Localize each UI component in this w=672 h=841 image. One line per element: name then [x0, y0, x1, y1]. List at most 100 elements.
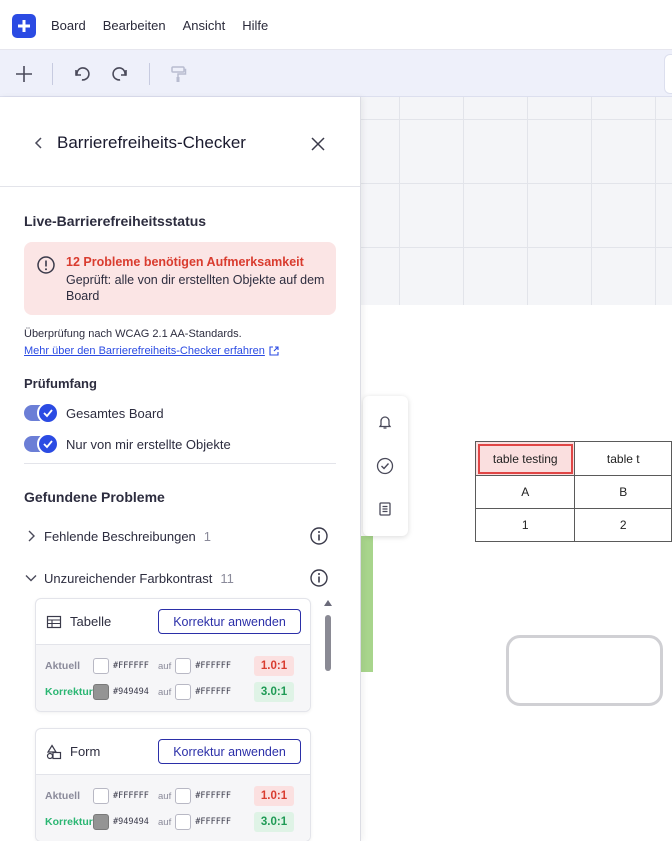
hex-value: #FFFFFF: [195, 687, 232, 697]
green-shape[interactable]: [361, 536, 373, 672]
table-cell[interactable]: A: [474, 475, 576, 509]
table-cell[interactable]: 2: [574, 508, 672, 542]
current-contrast-row: Aktuell #FFFFFF auf #FFFFFF 1.0:1: [45, 786, 303, 806]
menu-bar: Board Bearbeiten Ansicht Hilfe: [0, 0, 672, 50]
color-swatch: [175, 788, 192, 804]
accessibility-checker-panel: Barrierefreiheits-Checker Live-Barrieref…: [0, 97, 361, 841]
category-count: 11: [220, 570, 234, 586]
table-cell[interactable]: 1: [474, 508, 576, 542]
info-icon[interactable]: [309, 526, 329, 546]
category-missing-descriptions[interactable]: Fehlende Beschreibungen 1: [24, 525, 329, 547]
wcag-note: Überprüfung nach WCAG 2.1 AA-Standards.: [24, 328, 242, 340]
alert-title: 12 Probleme benötigen Aufmerksamkeit: [66, 255, 304, 269]
color-swatch: [93, 788, 109, 804]
table-cell[interactable]: table t: [574, 441, 672, 476]
hex-value: #949494: [113, 817, 149, 827]
fix-contrast-row: Korrektur #949494 auf #FFFFFF 3.0:1: [45, 812, 303, 832]
menu-view[interactable]: Ansicht: [183, 18, 226, 33]
redo-icon[interactable]: [108, 62, 132, 86]
color-swatch: [93, 684, 109, 700]
divider: [24, 463, 336, 464]
menu-items: Board Bearbeiten Ansicht Hilfe: [51, 18, 268, 33]
row-label: Aktuell: [45, 660, 81, 672]
apply-fix-button[interactable]: Korrektur anwenden: [158, 739, 301, 764]
contrast-ratio-badge: 3.0:1: [254, 682, 294, 702]
contrast-ratio-badge: 3.0:1: [254, 812, 294, 832]
scrollbar[interactable]: [323, 600, 333, 841]
auf-text: auf: [158, 660, 172, 672]
panel-title: Barrierefreiheits-Checker: [57, 133, 246, 152]
card-title: Form: [70, 744, 101, 759]
issues-title: Gefundene Probleme: [24, 489, 165, 505]
auf-text: auf: [158, 790, 172, 802]
grid-frame: [361, 97, 672, 305]
contrast-ratio-badge: 1.0:1: [254, 786, 294, 806]
table-cell[interactable]: table testing: [474, 441, 576, 476]
color-swatch: [93, 814, 109, 830]
card-body: Aktuell #FFFFFF auf #FFFFFF 1.0:1 Korrek…: [36, 775, 310, 841]
alert-body: Geprüft: alle von dir erstellten Objekte…: [66, 273, 325, 303]
hex-value: #FFFFFF: [195, 661, 232, 671]
issue-card-table: Tabelle Korrektur anwenden Aktuell #FFFF…: [35, 598, 311, 712]
table-cell[interactable]: B: [574, 475, 672, 509]
shapes-icon: [46, 744, 62, 760]
row-label: Aktuell: [45, 790, 81, 802]
apply-fix-button[interactable]: Korrektur anwenden: [158, 609, 301, 634]
hex-value: #FFFFFF: [113, 661, 149, 671]
current-contrast-row: Aktuell #FFFFFF auf #FFFFFF 1.0:1: [45, 656, 303, 676]
menu-help[interactable]: Hilfe: [242, 18, 268, 33]
panel-header: Barrierefreiheits-Checker: [0, 97, 360, 187]
auf-text: auf: [158, 816, 172, 828]
color-swatch: [175, 658, 192, 674]
color-swatch: [175, 814, 192, 830]
toggle-switch[interactable]: [24, 402, 59, 424]
toolbar-right-panel: [664, 54, 672, 94]
info-icon[interactable]: [309, 568, 329, 588]
category-color-contrast[interactable]: Unzureichender Farbkontrast 11: [24, 567, 329, 589]
alert-box: 12 Probleme benötigen Aufmerksamkeit Gep…: [24, 242, 336, 315]
learn-more-link[interactable]: Mehr über den Barrierefreiheits-Checker …: [24, 345, 279, 357]
menu-edit[interactable]: Bearbeiten: [103, 18, 166, 33]
table-icon: [46, 614, 62, 630]
back-icon[interactable]: [29, 133, 49, 153]
chevron-down-icon: [24, 571, 38, 585]
hex-value: #949494: [113, 687, 149, 697]
row-label: Korrektur: [45, 686, 93, 698]
live-status-title: Live-Barrierefreiheitsstatus: [24, 213, 207, 229]
color-swatch: [175, 684, 192, 700]
issue-card-shape: Form Korrektur anwenden Aktuell #FFFFFF …: [35, 728, 311, 841]
chevron-right-icon: [24, 529, 38, 543]
category-count: 1: [203, 528, 212, 544]
format-painter-icon[interactable]: [166, 62, 190, 86]
card-header: Form Korrektur anwenden: [36, 729, 310, 775]
color-swatch: [93, 658, 109, 674]
card-header: Tabelle Korrektur anwenden: [36, 599, 310, 645]
rounded-rectangle-shape[interactable]: [506, 635, 663, 706]
hex-value: #FFFFFF: [113, 791, 149, 801]
scope-title: Prüfumfang: [24, 376, 97, 391]
scroll-thumb[interactable]: [325, 615, 331, 671]
hex-value: #FFFFFF: [195, 791, 232, 801]
undo-icon[interactable]: [70, 62, 94, 86]
category-label: Fehlende Beschreibungen: [44, 528, 196, 544]
board-table[interactable]: table testing table t A B 1 2: [474, 441, 672, 542]
learn-more-link-text[interactable]: Mehr über den Barrierefreiheits-Checker …: [24, 345, 265, 357]
card-title: Tabelle: [70, 614, 112, 629]
contrast-ratio-badge: 1.0:1: [254, 656, 294, 676]
side-tools: [363, 396, 408, 536]
auf-text: auf: [158, 686, 172, 698]
toggle-switch[interactable]: [24, 433, 59, 455]
bell-icon[interactable]: [374, 411, 396, 433]
notes-icon[interactable]: [374, 498, 396, 520]
menu-board[interactable]: Board: [51, 18, 86, 33]
app-logo-icon[interactable]: [12, 14, 36, 38]
scope-option-label: Gesamtes Board: [66, 405, 164, 421]
scroll-up-arrow-icon[interactable]: [324, 600, 332, 606]
toolbar: [0, 50, 672, 97]
fix-contrast-row: Korrektur #949494 auf #FFFFFF 3.0:1: [45, 682, 303, 702]
check-circle-icon[interactable]: [374, 455, 396, 477]
scope-option-board: Gesamtes Board: [24, 402, 164, 424]
close-icon[interactable]: [307, 133, 329, 155]
add-icon[interactable]: [12, 62, 36, 86]
hex-value: #FFFFFF: [195, 817, 232, 827]
